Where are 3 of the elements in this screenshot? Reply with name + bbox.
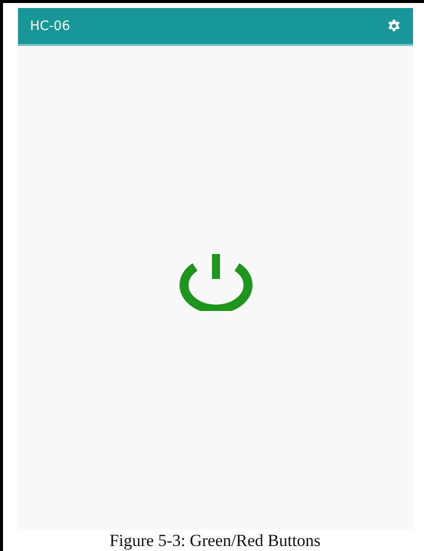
settings-icon[interactable]	[387, 19, 401, 33]
figure-caption: Figure 5-3: Green/Red Buttons	[108, 531, 322, 551]
app-title: HC-06	[30, 18, 70, 34]
